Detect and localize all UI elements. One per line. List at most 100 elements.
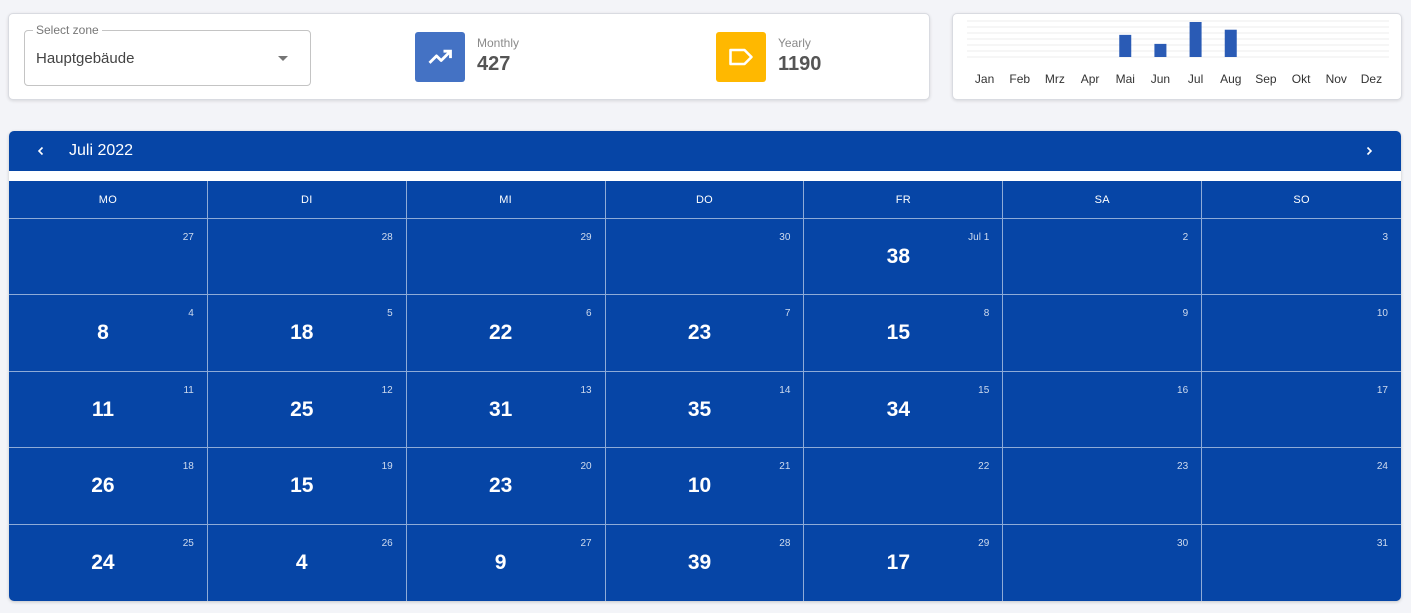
calendar-day-cell[interactable]: 28 (207, 219, 407, 296)
summary-card: Select zone Hauptgebäude Monthly 427 Yea… (8, 13, 930, 100)
day-value: 4 (295, 550, 308, 574)
x-tick-label: Mai (1116, 72, 1135, 86)
calendar-day-cell[interactable]: 11 11 (9, 371, 208, 449)
calendar-day-cell[interactable]: 31 (1202, 525, 1401, 601)
day-value: 11 (91, 397, 115, 421)
day-value: 17 (886, 550, 911, 574)
bar-jun[interactable] (1154, 43, 1167, 57)
x-tick-label: Aug (1220, 72, 1241, 86)
bar-aug[interactable] (1224, 29, 1237, 57)
day-number: 28 (779, 537, 791, 549)
calendar-day-cell[interactable]: 30 (605, 219, 805, 296)
calendar: Juli 2022 MO DI MI DO FR SA SO 27 28 29 30 Jul 1 38… (9, 131, 1401, 601)
day-number: 20 (580, 461, 592, 473)
calendar-day-cell[interactable]: 18 26 (9, 448, 208, 525)
day-number: 25 (182, 537, 194, 549)
day-number: 7 (784, 308, 791, 320)
day-number: 29 (580, 232, 592, 243)
next-month-button[interactable] (1357, 139, 1381, 163)
day-number: 21 (779, 461, 791, 473)
bar-mai[interactable] (1119, 34, 1132, 57)
calendar-day-cell[interactable]: 17 (1202, 372, 1401, 449)
day-value: 9 (494, 550, 507, 574)
x-tick-label: Jun (1151, 72, 1170, 86)
calendar-day-cell[interactable]: 20 23 (406, 448, 606, 525)
x-tick-label: Okt (1292, 72, 1311, 86)
zone-select-value: Hauptgebäude (36, 50, 135, 67)
weekday-header: MO (9, 181, 208, 219)
calendar-day-cell[interactable]: 23 (1003, 448, 1203, 525)
day-number: 17 (1376, 384, 1388, 396)
day-value: 25 (290, 397, 314, 421)
monthly-label: Monthly (477, 36, 520, 50)
bar-jul[interactable] (1189, 22, 1202, 57)
calendar-divider (9, 171, 1401, 181)
day-number: 27 (182, 232, 194, 243)
day-value: 38 (886, 245, 911, 268)
calendar-day-cell[interactable]: 15 34 (804, 371, 1004, 449)
day-number: 9 (1182, 308, 1189, 320)
day-number: 4 (188, 308, 194, 320)
month-title: Juli 2022 (69, 142, 134, 159)
calendar-day-cell[interactable]: 29 17 (804, 524, 1004, 601)
zone-select-label: Select zone (33, 23, 102, 37)
day-number: 31 (1376, 537, 1388, 549)
day-number: 19 (381, 461, 393, 473)
calendar-day-cell[interactable]: 22 (804, 448, 1004, 525)
previous-month-button[interactable] (29, 139, 53, 163)
day-number: 13 (580, 384, 592, 396)
calendar-day-cell[interactable]: 27 9 (407, 524, 606, 601)
day-number: 18 (182, 461, 194, 473)
x-tick-label: Apr (1081, 72, 1100, 86)
calendar-day-cell[interactable]: 27 (9, 219, 208, 296)
calendar-day-cell[interactable]: 9 (1003, 295, 1203, 372)
calendar-day-cell[interactable]: 24 (1202, 448, 1401, 525)
day-number: 6 (586, 308, 592, 320)
x-tick-label: Mrz (1045, 72, 1065, 86)
calendar-day-cell[interactable]: Jul 1 38 (804, 219, 1004, 296)
calendar-day-cell[interactable]: 6 22 (406, 295, 606, 372)
x-tick-label: Sep (1255, 72, 1277, 86)
calendar-day-cell[interactable]: 19 15 (207, 448, 407, 525)
day-value: 18 (290, 321, 314, 345)
day-number: 16 (1177, 384, 1189, 396)
calendar-day-cell[interactable]: 29 (406, 219, 606, 296)
day-number: 30 (779, 232, 791, 243)
calendar-day-cell[interactable]: 8 15 (804, 295, 1004, 372)
chevron-right-icon (1366, 146, 1373, 156)
calendar-day-cell[interactable]: 7 23 (605, 295, 805, 372)
calendar-day-cell[interactable]: 16 (1003, 371, 1203, 449)
monthly-value: 427 (477, 53, 511, 75)
calendar-day-cell[interactable]: 3 (1202, 219, 1401, 296)
calendar-day-cell[interactable]: 26 4 (208, 524, 407, 601)
calendar-day-cell[interactable]: 30 (1003, 524, 1203, 601)
day-number: 8 (983, 308, 990, 320)
calendar-day-cell[interactable]: 12 25 (207, 371, 407, 449)
day-number: 30 (1177, 537, 1189, 549)
calendar-day-cell[interactable]: 14 35 (605, 371, 805, 449)
zone-select[interactable]: Select zone Hauptgebäude (24, 23, 311, 86)
day-value: 31 (488, 397, 513, 421)
day-value: 15 (886, 321, 911, 345)
day-number: Jul 1 (968, 232, 990, 243)
calendar-day-cell[interactable]: 10 (1202, 295, 1401, 372)
day-number: 22 (978, 461, 990, 473)
weekday-header: SO (1202, 181, 1401, 219)
calendar-day-cell[interactable]: 21 10 (605, 448, 805, 525)
weekday-header: MI (406, 181, 606, 219)
calendar-day-cell[interactable]: 28 39 (606, 524, 805, 601)
x-tick-label: Nov (1326, 72, 1347, 86)
x-tick-label: Jan (975, 72, 994, 86)
day-value: 24 (91, 550, 115, 574)
day-number: 2 (1182, 232, 1189, 243)
calendar-day-cell[interactable]: 5 18 (207, 295, 407, 372)
calendar-day-cell[interactable]: 13 31 (406, 371, 606, 449)
x-tick-label: Jul (1188, 72, 1203, 86)
day-number: 27 (580, 537, 592, 549)
calendar-day-cell[interactable]: 48 (9, 295, 208, 372)
calendar-grid: 27 28 29 30 Jul 1 38 2 3 4 8 5 18 6 22 7 23 8 15 9 10 11 11 12… (9, 219, 1401, 601)
day-value: 35 (687, 397, 712, 421)
calendar-day-cell[interactable]: 25 24 (9, 524, 208, 601)
calendar-day-cell[interactable]: 2 (1003, 219, 1203, 296)
x-tick-label: Feb (1009, 72, 1030, 86)
